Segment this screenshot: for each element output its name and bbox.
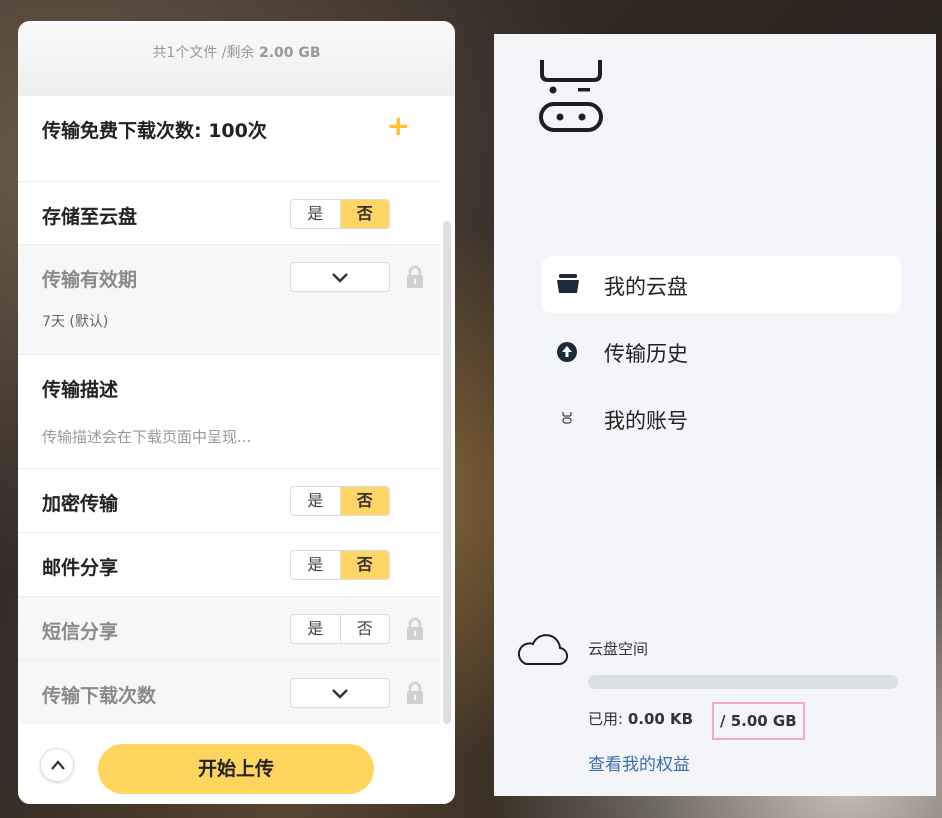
- download-count-title: 传输下载次数: [42, 685, 157, 707]
- encrypt-yes[interactable]: 是: [291, 487, 340, 515]
- sms-share-title: 短信分享: [42, 621, 119, 643]
- save-cloud-yes[interactable]: 是: [291, 200, 340, 228]
- lock-icon: [407, 681, 423, 704]
- nav-my-account-label: 我的账号: [604, 409, 688, 433]
- validity-title: 传输有效期: [42, 269, 138, 291]
- cloud-icon: [517, 634, 568, 666]
- email-share-title: 邮件分享: [42, 557, 119, 579]
- upload-panel: 共1个文件 /剩余 2.00 GB 传输免费下载次数: 100次 + 存储至云盘…: [18, 21, 455, 804]
- sms-share-yes[interactable]: 是: [291, 615, 340, 643]
- file-summary: 共1个文件 /剩余 2.00 GB: [18, 21, 455, 96]
- chevron-down-icon: [332, 689, 348, 699]
- collapse-button[interactable]: [40, 748, 74, 782]
- free-downloads-row: 传输免费下载次数: 100次 +: [18, 96, 440, 182]
- nav-my-cloud[interactable]: 我的云盘: [542, 256, 901, 313]
- sms-share-no[interactable]: 否: [339, 615, 390, 643]
- email-share-no[interactable]: 否: [339, 551, 389, 579]
- storage-progress-bar: [588, 675, 898, 689]
- save-cloud-no[interactable]: 否: [339, 200, 389, 228]
- nav-transfer-history-label: 传输历史: [604, 342, 688, 366]
- nav-transfer-history[interactable]: 传输历史: [542, 323, 901, 380]
- logo-icon: [539, 60, 603, 132]
- storage-title: 云盘空间: [588, 640, 649, 658]
- lock-icon: [407, 265, 423, 288]
- description-row: 传输描述 传输描述会在下载页面中呈现...: [18, 355, 440, 469]
- storage-used-label: 已用:: [588, 710, 628, 728]
- download-count-select[interactable]: [290, 678, 390, 708]
- save-cloud-row: 存储至云盘 是 否: [18, 182, 440, 245]
- description-title: 传输描述: [42, 379, 119, 401]
- email-share-yes[interactable]: 是: [291, 551, 340, 579]
- save-cloud-toggle: 是 否: [290, 199, 390, 229]
- storage-used: 已用: 0.00 KB: [588, 708, 693, 729]
- bottom-bar: 开始上传: [18, 724, 455, 804]
- email-share-row: 邮件分享 是 否: [18, 533, 440, 597]
- side-panel: 我的云盘 传输历史 我的账号 云盘空间 已用: 0.00 KB / 5.00 G…: [494, 34, 936, 796]
- scrollbar-thumb[interactable]: [443, 221, 451, 724]
- email-share-toggle: 是 否: [290, 550, 390, 580]
- free-downloads-title: 传输免费下载次数: 100次: [42, 120, 267, 142]
- remaining-space: 2.00 GB: [258, 45, 321, 61]
- chevron-up-icon: [51, 760, 65, 770]
- upload-circle-icon: [557, 342, 577, 362]
- plus-icon[interactable]: +: [387, 112, 410, 140]
- start-upload-button[interactable]: 开始上传: [98, 744, 374, 794]
- lock-icon: [407, 617, 423, 640]
- storage-used-value: 0.00 KB: [627, 710, 694, 728]
- file-summary-sep: /剩余: [217, 45, 259, 61]
- file-count: 共1个文件: [152, 45, 218, 61]
- sms-share-toggle: 是 否: [290, 614, 390, 644]
- cloud-drive-icon: [557, 274, 579, 293]
- validity-select[interactable]: [290, 262, 390, 292]
- encrypt-toggle: 是 否: [290, 486, 390, 516]
- sms-share-row: 短信分享 是 否: [18, 597, 440, 661]
- encrypt-no[interactable]: 否: [339, 487, 389, 515]
- download-count-row: 传输下载次数: [18, 661, 440, 724]
- description-input[interactable]: 传输描述会在下载页面中呈现...: [42, 426, 251, 447]
- nav-my-account[interactable]: 我的账号: [542, 390, 901, 447]
- validity-row: 传输有效期 7天 (默认): [18, 245, 440, 355]
- validity-value: 7天 (默认): [42, 314, 109, 330]
- account-icon: [562, 412, 572, 424]
- encrypt-row: 加密传输 是 否: [18, 469, 440, 533]
- nav-my-cloud-label: 我的云盘: [604, 275, 688, 299]
- save-cloud-title: 存储至云盘: [42, 206, 138, 228]
- chevron-down-icon: [332, 273, 348, 283]
- settings-list: 传输免费下载次数: 100次 + 存储至云盘 是 否 传输有效期 7天 (默认)…: [18, 96, 440, 724]
- view-benefits-link[interactable]: 查看我的权益: [588, 750, 690, 775]
- encrypt-title: 加密传输: [42, 493, 119, 515]
- storage-total: / 5.00 GB: [712, 702, 805, 740]
